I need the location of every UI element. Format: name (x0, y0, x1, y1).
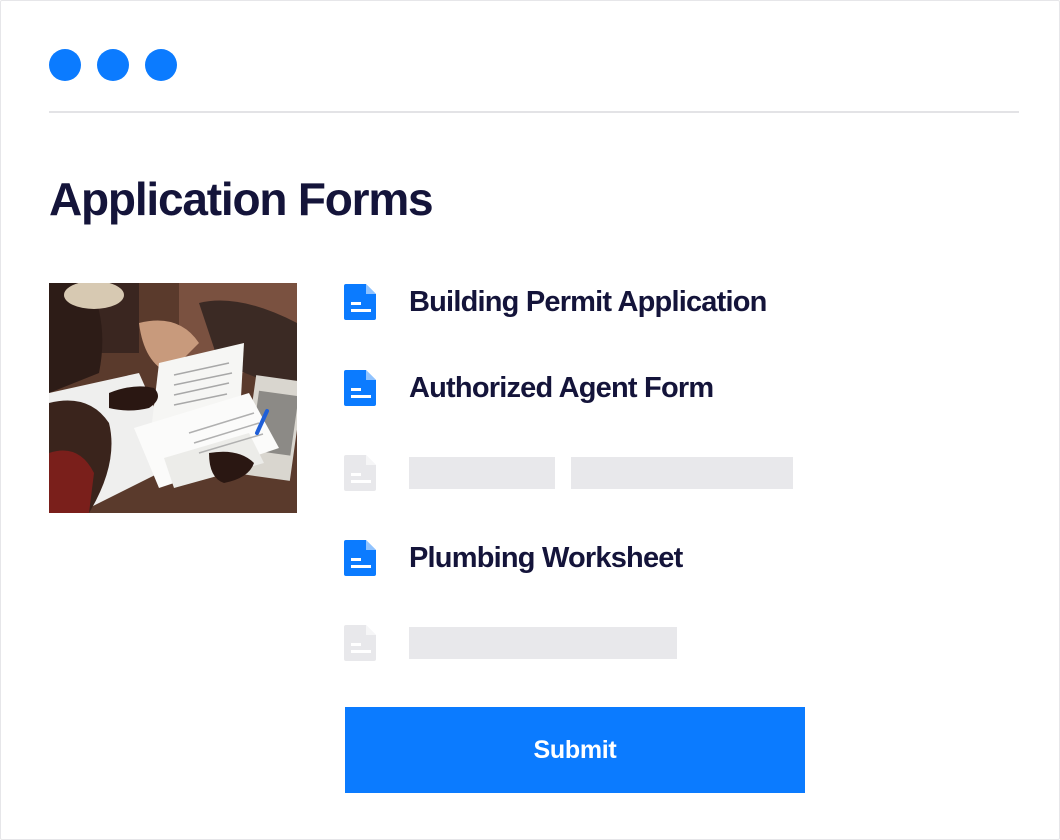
form-item-placeholder (344, 623, 677, 663)
submit-button[interactable]: Submit (345, 707, 805, 793)
placeholder-text-bar (409, 627, 677, 659)
placeholder-text-bar (571, 457, 793, 489)
document-icon (344, 284, 376, 320)
window-controls (49, 49, 177, 81)
document-placeholder-icon (344, 455, 376, 491)
form-label: Building Permit Application (409, 285, 767, 318)
form-item-plumbing-worksheet[interactable]: Plumbing Worksheet (344, 538, 683, 578)
browser-window: Application Forms Building Permit Applic… (0, 0, 1060, 840)
placeholder-text-bar (409, 457, 555, 489)
window-dot-1[interactable] (49, 49, 81, 81)
document-icon (344, 540, 376, 576)
form-item-building-permit[interactable]: Building Permit Application (344, 282, 767, 322)
header-divider (49, 111, 1019, 113)
form-label: Plumbing Worksheet (409, 541, 683, 574)
document-placeholder-icon (344, 625, 376, 661)
window-dot-3[interactable] (145, 49, 177, 81)
document-icon (344, 370, 376, 406)
form-item-authorized-agent[interactable]: Authorized Agent Form (344, 368, 714, 408)
form-label: Authorized Agent Form (409, 371, 714, 404)
form-item-placeholder (344, 453, 793, 493)
page-title: Application Forms (49, 173, 434, 225)
window-dot-2[interactable] (97, 49, 129, 81)
documents-photo (49, 283, 297, 513)
